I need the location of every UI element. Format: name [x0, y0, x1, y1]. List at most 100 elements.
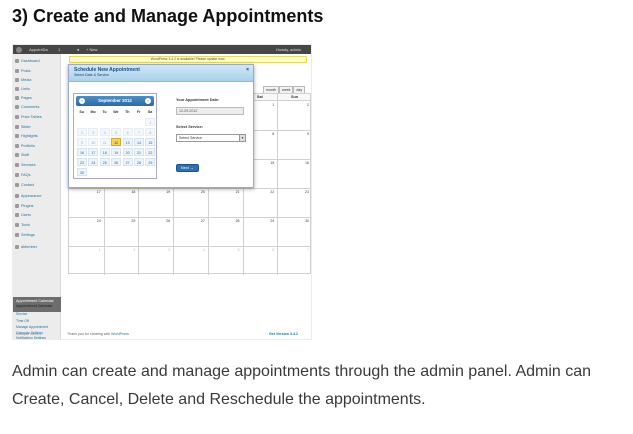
service-select-value: Select Service — [179, 136, 202, 140]
sidebar-item[interactable]: Pages — [15, 94, 32, 102]
calendar-day-number[interactable]: 15 — [264, 161, 274, 165]
date-cell[interactable]: 25 — [99, 158, 110, 166]
calendar-day-number[interactable]: 20 — [195, 190, 205, 194]
sidebar-subitem[interactable]: Manage Appointment — [16, 325, 48, 329]
calendar-day-number[interactable]: 30 — [299, 219, 309, 223]
calendar-day-number[interactable]: 28 — [230, 219, 240, 223]
date-cell[interactable]: 26 — [111, 158, 122, 166]
service-select[interactable]: Select Service ▼ — [176, 134, 246, 142]
sidebar-item[interactable]: Media — [15, 76, 31, 84]
site-name-link[interactable]: AppointDa — [29, 45, 48, 54]
calendar-day-number[interactable]: 6 — [264, 248, 274, 252]
calendar-day-number[interactable]: 1 — [91, 248, 101, 252]
calendar-day-number[interactable]: 27 — [195, 219, 205, 223]
sidebar-item[interactable]: Comments — [15, 103, 39, 111]
howdy-admin[interactable]: Howdy, admin — [276, 45, 301, 54]
wordpress-logo-icon[interactable] — [16, 46, 22, 53]
sidebar-item[interactable]: Price Tables — [15, 113, 42, 121]
wordpress-link[interactable]: WordPress — [111, 332, 129, 336]
sidebar-item[interactable]: Plugins — [15, 202, 33, 210]
close-icon[interactable]: × — [246, 67, 249, 73]
new-content-link[interactable]: + New — [86, 45, 97, 54]
sidebar-subitem[interactable]: Time Off — [16, 319, 29, 323]
calendar-day-number[interactable]: 19 — [160, 190, 170, 194]
update-notice[interactable]: WordPress 3.4.2 is available! Please upd… — [69, 56, 307, 63]
sidebar-subitem[interactable]: Service — [16, 312, 27, 316]
date-cell[interactable]: 13 — [122, 138, 133, 146]
sidebar-item-label: Links — [21, 87, 30, 91]
date-cell[interactable]: 23 — [77, 158, 87, 166]
sidebar-item[interactable]: Dashboard — [15, 57, 40, 65]
calendar-day-number[interactable]: 7 — [299, 248, 309, 252]
date-cell[interactable]: 15 — [145, 138, 156, 146]
calendar-day-number[interactable]: 9 — [299, 132, 309, 136]
date-cell[interactable]: 24 — [88, 158, 99, 166]
sidebar-item[interactable]: Settings — [15, 231, 35, 239]
calendar-day-number[interactable]: 22 — [264, 190, 274, 194]
updates-count[interactable]: 1 — [58, 45, 60, 54]
calendar-day-number[interactable]: 21 — [230, 190, 240, 194]
calendar-day-number[interactable]: 24 — [91, 219, 101, 223]
date-cell[interactable]: 29 — [145, 158, 156, 166]
calendar-day-number[interactable]: 3 — [160, 248, 170, 252]
date-cell[interactable]: 30 — [77, 168, 87, 176]
calendar-day-number[interactable]: 2 — [125, 248, 135, 252]
collapse-menu-button[interactable]: Collapse menu — [16, 332, 39, 336]
next-month-icon[interactable]: › — [145, 98, 151, 104]
sidebar-item[interactable]: Posts — [15, 67, 31, 75]
calendar-day-number[interactable]: 2 — [299, 103, 309, 107]
date-cell[interactable]: 18 — [99, 148, 110, 156]
calendar-day-number[interactable]: 25 — [125, 219, 135, 223]
calendar-day-number[interactable]: 4 — [195, 248, 205, 252]
calendar-day-number[interactable]: 1 — [264, 103, 274, 107]
date-cell[interactable]: 16 — [77, 148, 87, 156]
sidebar-item[interactable]: Services — [15, 161, 36, 169]
sidebar-item[interactable]: Contact — [15, 181, 34, 189]
date-cell[interactable]: 28 — [134, 158, 144, 166]
sidebar-subitem[interactable]: Notification Settings — [16, 336, 46, 339]
comments-icon[interactable]: ● — [77, 45, 79, 54]
get-version-link[interactable]: Get Version 3.4.2 — [269, 332, 298, 336]
calendar-row-divider — [69, 246, 311, 247]
menu-icon — [15, 223, 19, 227]
date-cell[interactable]: 14 — [134, 138, 144, 146]
date-cell[interactable]: 17 — [88, 148, 99, 156]
weekday-label: Sa — [147, 110, 153, 114]
sidebar-item[interactable]: Slider — [15, 123, 31, 131]
date-cell[interactable]: 20 — [122, 148, 133, 156]
sidebar-subitem[interactable]: Appointment Calendar — [16, 304, 52, 308]
menu-icon — [15, 105, 19, 109]
sidebar-item[interactable]: Staff — [15, 151, 29, 159]
next-button[interactable]: Next → — [176, 164, 199, 172]
date-cell[interactable]: 22 — [145, 148, 156, 156]
sidebar-item[interactable]: aMember — [15, 243, 37, 251]
sidebar-item[interactable]: Highlights — [15, 132, 38, 140]
calendar-day-number[interactable]: 8 — [264, 132, 274, 136]
previous-month-icon[interactable]: ‹ — [79, 98, 85, 104]
calendar-day-number[interactable]: 16 — [299, 161, 309, 165]
date-cell[interactable]: 27 — [122, 158, 133, 166]
sidebar-item[interactable]: FAQs — [15, 171, 31, 179]
sidebar-item[interactable]: Portfolio — [15, 142, 35, 150]
selected-date-cell[interactable]: 12 — [111, 138, 122, 146]
sidebar-item[interactable]: Users — [15, 211, 31, 219]
menu-icon — [15, 153, 19, 157]
date-cell: 11 — [99, 138, 110, 146]
calendar-day-number[interactable]: 5 — [230, 248, 240, 252]
calendar-day-number[interactable]: 17 — [91, 190, 101, 194]
sidebar-item[interactable]: Tools — [15, 221, 30, 229]
calendar-day-number[interactable]: 26 — [160, 219, 170, 223]
sidebar-item[interactable]: Appearance — [15, 192, 41, 200]
sidebar-item-label: Portfolio — [21, 144, 35, 148]
calendar-day-number[interactable]: 23 — [299, 190, 309, 194]
sidebar-item[interactable]: Links — [15, 85, 30, 93]
date-cell[interactable]: 19 — [111, 148, 122, 156]
calendar-day-number[interactable]: 18 — [125, 190, 135, 194]
appointment-date-field[interactable]: 12-09-2012 — [176, 107, 244, 115]
date-cell[interactable]: 21 — [134, 148, 144, 156]
sidebar-item-label: Pages — [21, 96, 32, 100]
chevron-down-icon[interactable]: ▼ — [239, 135, 245, 141]
date-picker-header: ‹ September 2012 › — [76, 96, 154, 106]
calendar-day-number[interactable]: 29 — [264, 219, 274, 223]
date-picker-month: September 2012 — [98, 98, 132, 103]
